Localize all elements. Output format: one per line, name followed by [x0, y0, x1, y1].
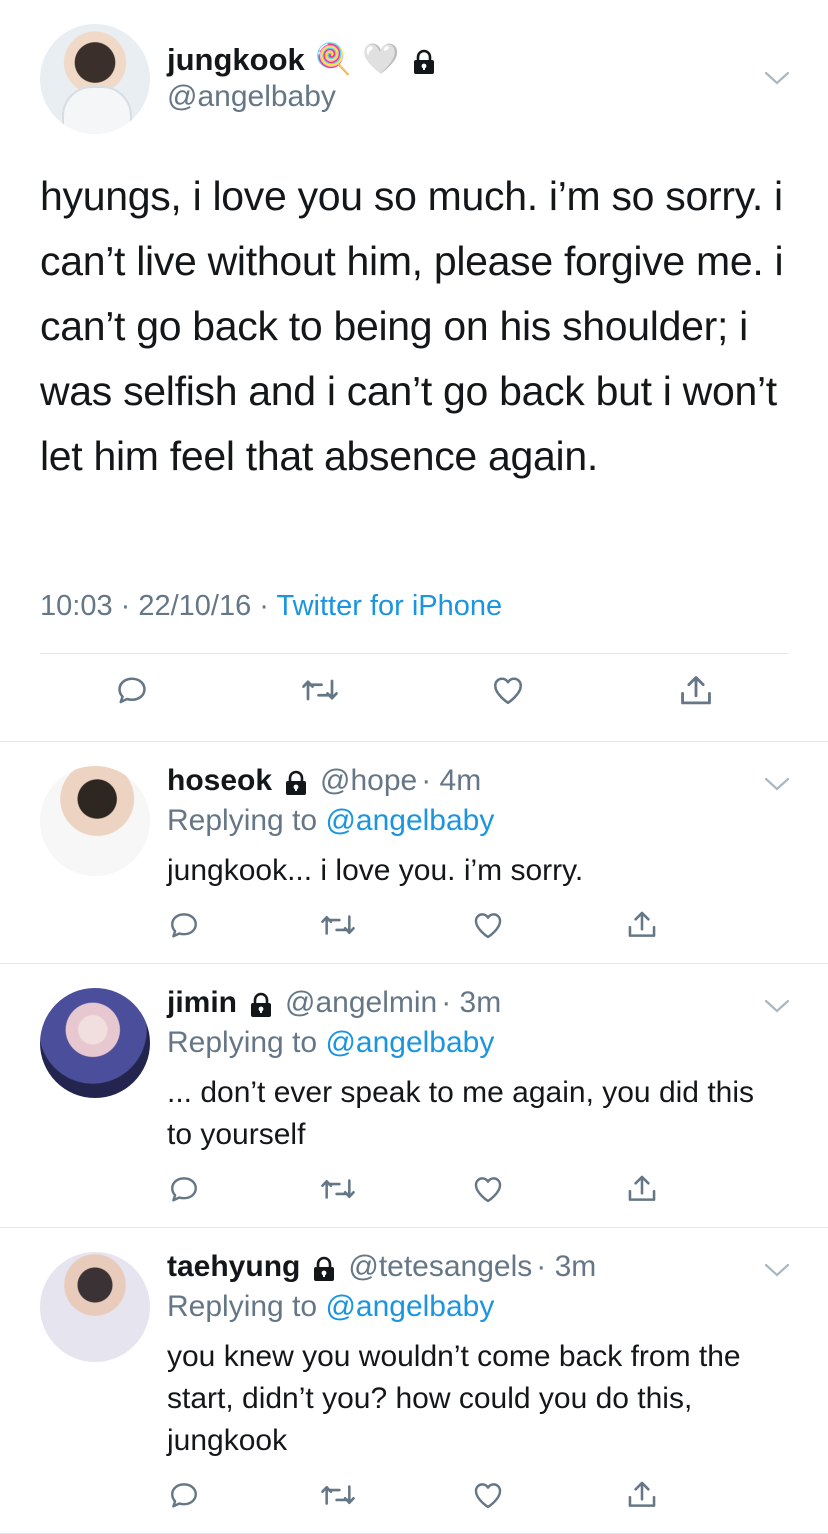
share-icon	[681, 676, 711, 705]
main-tweet: jungkook 🍭 🤍 @angelbaby hyungs, i love y…	[0, 0, 828, 742]
tweet-date: 22/10/16	[138, 590, 252, 622]
tweet-age: · 3m	[441, 986, 502, 1019]
tweet-meta: 10:03 · 22/10/16 · Twitter for iPhone	[40, 590, 502, 623]
chevron-down-icon[interactable]	[764, 998, 790, 1014]
avatar[interactable]	[40, 988, 150, 1098]
display-name[interactable]: taehyung	[167, 1250, 300, 1284]
reply-text: you knew you wouldn’t come back from the…	[167, 1340, 741, 1457]
meta-separator: ·	[112, 590, 139, 622]
chevron-down-icon[interactable]	[764, 1262, 790, 1278]
author-name-row: jimin @angelmin · 3m	[167, 984, 501, 1022]
tweet-actions	[0, 1172, 828, 1216]
tweet-actions	[0, 672, 828, 716]
lock-icon	[412, 49, 436, 74]
lock-icon	[312, 1256, 336, 1281]
share-button[interactable]	[624, 908, 660, 942]
avatar[interactable]	[40, 24, 150, 134]
chevron-down-icon[interactable]	[764, 70, 790, 86]
lock-icon	[249, 992, 273, 1017]
retweet-icon	[302, 679, 338, 701]
share-icon	[628, 1481, 656, 1507]
lollipop-emoji: 🍭	[314, 43, 353, 76]
reply-button[interactable]	[166, 1478, 202, 1512]
replying-prefix: Replying to	[167, 1026, 326, 1059]
reply-button[interactable]	[112, 672, 152, 708]
author-name-row: hoseok @hope · 4m	[167, 762, 481, 800]
replying-to: Replying to @angelbaby	[167, 804, 494, 838]
retweet-button[interactable]	[298, 672, 342, 708]
reply-tweet[interactable]: taehyung @tetesangels · 3m Replying to @…	[0, 1228, 828, 1534]
reply-icon	[118, 677, 146, 704]
tweet-source-link[interactable]: Twitter for iPhone	[277, 590, 503, 622]
author-handle[interactable]: @angelbaby	[167, 80, 336, 114]
tweet-age: · 3m	[536, 1250, 597, 1283]
like-button[interactable]	[470, 1172, 506, 1206]
author-name-row: taehyung @tetesangels · 3m	[167, 1248, 596, 1286]
lock-icon	[284, 770, 308, 795]
retweet-icon	[321, 1485, 355, 1505]
reply-tweet[interactable]: hoseok @hope · 4m Replying to @angelbaby…	[0, 742, 828, 964]
author-handle[interactable]: @angelmin	[285, 986, 437, 1020]
heart-icon	[474, 1177, 502, 1203]
like-button[interactable]	[488, 672, 528, 708]
tweet-text: hyungs, i love you so much. i’m so sorry…	[40, 173, 784, 479]
share-button[interactable]	[624, 1478, 660, 1512]
like-button[interactable]	[470, 1478, 506, 1512]
tweet-time: 10:03	[40, 590, 113, 622]
reply-text: jungkook... i love you. i’m sorry.	[167, 854, 584, 887]
retweet-button[interactable]	[318, 1172, 358, 1206]
share-icon	[628, 911, 656, 937]
replying-prefix: Replying to	[167, 1290, 326, 1323]
reply-icon	[171, 1177, 197, 1202]
white-heart-emoji: 🤍	[362, 43, 400, 76]
tweet-age: · 4m	[421, 764, 482, 797]
heart-icon	[474, 913, 502, 939]
author-handle[interactable]: @tetesangels	[348, 1250, 532, 1284]
reply-icon	[171, 913, 197, 938]
share-button[interactable]	[676, 672, 716, 710]
share-button[interactable]	[624, 1172, 660, 1206]
mention-link[interactable]: @angelbaby	[325, 1290, 494, 1323]
display-name[interactable]: hoseok	[167, 764, 272, 798]
heart-icon	[474, 1483, 502, 1509]
mention-link[interactable]: @angelbaby	[325, 804, 494, 837]
share-icon	[628, 1175, 656, 1201]
chevron-down-icon[interactable]	[764, 776, 790, 792]
avatar[interactable]	[40, 766, 150, 876]
retweet-button[interactable]	[318, 908, 358, 942]
mention-link[interactable]: @angelbaby	[325, 1026, 494, 1059]
tweet-actions	[0, 908, 828, 952]
author-name-row: jungkook 🍭 🤍	[167, 40, 436, 80]
retweet-icon	[321, 1179, 355, 1199]
reply-button[interactable]	[166, 908, 202, 942]
reply-button[interactable]	[166, 1172, 202, 1206]
heart-icon	[493, 677, 523, 705]
divider	[40, 653, 788, 654]
reply-tweet[interactable]: jimin @angelmin · 3m Replying to @angelb…	[0, 964, 828, 1228]
like-button[interactable]	[470, 908, 506, 942]
meta-separator: ·	[251, 590, 277, 622]
avatar[interactable]	[40, 1252, 150, 1362]
display-name[interactable]: jungkook	[167, 42, 305, 78]
tweet-actions	[0, 1478, 828, 1522]
author-handle[interactable]: @hope	[320, 764, 417, 798]
reply-text: ... don’t ever speak to me again, you di…	[167, 1076, 755, 1151]
reply-icon	[171, 1483, 197, 1508]
retweet-icon	[321, 915, 355, 935]
replying-to: Replying to @angelbaby	[167, 1290, 494, 1324]
display-name[interactable]: jimin	[167, 986, 237, 1020]
replying-to: Replying to @angelbaby	[167, 1026, 494, 1060]
retweet-button[interactable]	[318, 1478, 358, 1512]
replying-prefix: Replying to	[167, 804, 326, 837]
